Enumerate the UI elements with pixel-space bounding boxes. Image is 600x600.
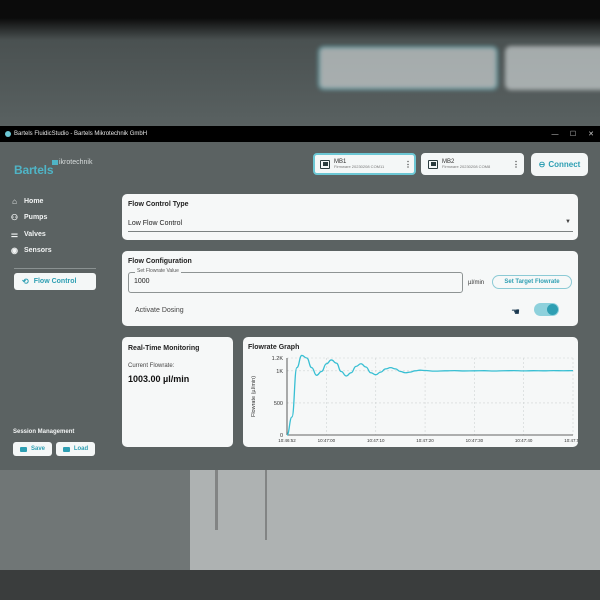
close-button[interactable]: ✕ [582,130,600,138]
more-options-icon[interactable]: ⋮ [402,160,414,169]
x-tick-label: 10:47:10 [367,438,385,443]
background-blur-card [505,46,600,90]
flow-control-type-panel: Flow Control Type Low Flow Control ▼ [122,194,578,240]
connect-label: Connect [548,160,581,169]
chip-icon [428,159,438,169]
x-tick-label: 10:47:20 [416,438,434,443]
refresh-icon: ⟲ [22,277,29,286]
session-management-title: Session Management [13,429,75,435]
sidebar-item-label: Home [24,198,44,205]
flowrate-graph-panel: Flowrate Graph 0 500 1K 1.2K 10:46:52 10:47:0… [243,337,578,447]
sensors-icon: ◉ [11,246,18,255]
y-tick-label: 500 [274,401,283,407]
load-label: Load [73,446,89,452]
sidebar-item-home[interactable]: ⌂ Home [10,197,43,206]
hand-cursor-icon: ☚ [511,307,520,318]
load-button[interactable]: Load [56,442,95,456]
save-button[interactable]: Save [13,442,52,456]
current-flowrate-value: 1003.00 µl/min [128,374,190,384]
set-target-flowrate-button[interactable]: Set Target Flowrate [492,275,572,289]
flowrate-field[interactable]: Set Flowrate Value [128,268,463,293]
connect-button[interactable]: ⊖ Connect [531,153,588,176]
sidebar-item-label: Flow Control [33,278,77,285]
logo-word: Bartels [14,163,54,177]
background-panel [190,470,600,570]
logo-suffix: ikrotechnik [59,159,93,166]
device-card-mb2[interactable]: MB2 Firmware 20230208 COM8 ⋮ [421,153,524,175]
y-axis-label: Flowrate (µl/min) [251,376,257,417]
y-tick-label: 1K [276,369,283,375]
save-label: Save [30,446,45,452]
dropdown-arrow-icon: ▼ [565,219,571,225]
x-tick-label: 10:47:30 [466,438,484,443]
sidebar-item-flow-control[interactable]: ⟲ Flow Control [14,273,96,290]
current-flowrate-label: Current Flowrate: [128,363,175,369]
briefcase-icon [19,446,27,452]
device-info: MB2 Firmware 20230208 COM8 [442,159,510,170]
panel-title: Flow Configuration [128,258,192,265]
home-icon: ⌂ [12,197,17,206]
device-info: MB1 Firmware 20230208 COM11 [334,159,402,170]
flow-configuration-panel: Flow Configuration Set Flowrate Value µl… [122,251,578,326]
flowrate-series-line [286,354,574,436]
panel-title: Flow Control Type [128,201,189,208]
x-tick-label: 10:47:50 [564,438,578,443]
flowrate-chart: 05001K1.2K10:46:52 10:47:00 10:47:10 10:47:… [251,354,578,443]
select-value: Low Flow Control [128,220,183,227]
pumps-icon: ⚇ [10,213,19,222]
sidebar-item-label: Pumps [24,214,48,221]
device-firmware: Firmware 20230208 COM8 [442,164,491,170]
window-title: Bartels FluidicStudio - Bartels Mikrotec… [14,131,148,137]
background-strip [0,570,600,600]
chip-icon [320,159,330,169]
sidebar-item-sensors[interactable]: ◉ Sensors [10,246,52,255]
briefcase-icon [62,446,70,452]
background-blur-card [318,46,498,90]
sidebar-item-pumps[interactable]: ⚇ Pumps [10,213,47,222]
x-tick-label: 10:47:00 [318,438,336,443]
device-card-mb1[interactable]: MB1 Firmware 20230208 COM11 ⋮ [313,153,416,175]
flowrate-input[interactable] [134,278,434,285]
activate-dosing-label: Activate Dosing [135,307,184,314]
sidebar-divider [14,268,96,269]
x-tick-label: 10:47:40 [515,438,533,443]
title-bar: Bartels FluidicStudio - Bartels Mikrotec… [0,126,600,142]
link-icon: ⊖ [538,160,546,169]
app-window: Bartels FluidicStudio - Bartels Mikrotec… [0,126,600,470]
flowrate-field-label: Set Flowrate Value [135,268,181,274]
background-blur-bottom [0,470,600,600]
logo-mark [52,160,58,165]
valves-icon: ⚌ [10,230,19,239]
toggle-knob [547,304,558,315]
x-tick-label: 10:46:52 [278,438,296,443]
panel-title: Real-Time Monitoring [128,345,200,352]
activate-dosing-toggle[interactable] [534,303,559,316]
real-time-monitoring-panel: Real-Time Monitoring Current Flowrate: 1… [122,337,233,447]
background-line [265,470,267,540]
sidebar-item-label: Sensors [24,247,52,254]
app-icon [5,131,11,137]
background-line [215,470,218,530]
maximize-button[interactable]: ☐ [564,130,582,138]
sidebar-item-label: Valves [24,231,46,238]
flow-control-type-select[interactable]: Low Flow Control ▼ [128,216,573,232]
minimize-button[interactable]: — [546,131,564,138]
device-firmware: Firmware 20230208 COM11 [334,164,385,170]
more-options-icon[interactable]: ⋮ [510,160,522,169]
flowrate-unit: µl/min [468,280,485,286]
y-tick-label: 1.2K [272,356,284,362]
sidebar-item-valves[interactable]: ⚌ Valves [10,230,46,239]
